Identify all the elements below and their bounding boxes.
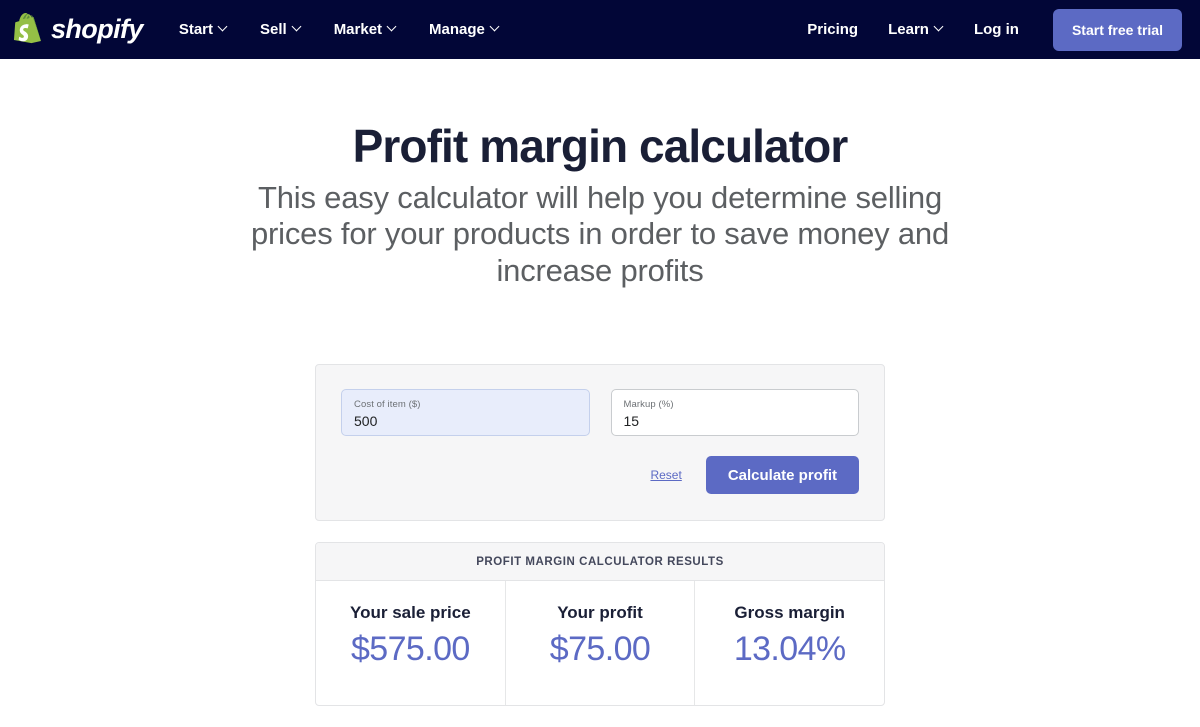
markup-field[interactable]: Markup (%) bbox=[610, 389, 859, 437]
markup-label: Markup (%) bbox=[623, 399, 674, 411]
nav-item-sell-label: Sell bbox=[260, 21, 287, 38]
primary-nav-menu: Start Sell Market Manage bbox=[179, 21, 500, 38]
nav-item-log-in-label: Log in bbox=[973, 21, 1019, 38]
page-subtitle: This easy calculator will help you deter… bbox=[251, 179, 949, 288]
cost-of-item-label: Cost of item ($) bbox=[354, 399, 421, 411]
nav-item-manage-label: Manage bbox=[429, 21, 485, 38]
calculator-wrapper: Cost of item ($) Markup (%) Reset Calcul… bbox=[315, 289, 885, 706]
cost-of-item-field[interactable]: Cost of item ($) bbox=[341, 389, 590, 437]
result-sale-price: Your sale price $575.00 bbox=[316, 581, 506, 705]
nav-item-pricing-label: Pricing bbox=[807, 21, 859, 38]
chevron-down-icon bbox=[388, 23, 397, 32]
markup-input[interactable] bbox=[623, 412, 846, 431]
chevron-down-icon bbox=[491, 23, 500, 32]
shopify-wordmark: shopify bbox=[51, 14, 143, 44]
nav-item-learn-label: Learn bbox=[888, 21, 929, 38]
result-profit: Your profit $75.00 bbox=[506, 581, 696, 705]
nav-item-learn[interactable]: Learn bbox=[888, 21, 944, 38]
nav-item-start-label: Start bbox=[178, 21, 213, 38]
nav-item-market-label: Market bbox=[333, 21, 383, 38]
start-free-trial-button[interactable]: Start free trial bbox=[1052, 8, 1182, 51]
nav-item-manage[interactable]: Manage bbox=[429, 21, 500, 38]
nav-item-log-in[interactable]: Log in bbox=[974, 21, 1019, 38]
nav-item-start[interactable]: Start bbox=[179, 21, 228, 38]
results-card: PROFIT MARGIN CALCULATOR RESULTS Your sa… bbox=[315, 542, 885, 706]
chevron-down-icon bbox=[293, 23, 302, 32]
calculator-form-card: Cost of item ($) Markup (%) Reset Calcul… bbox=[315, 364, 885, 522]
result-profit-label: Your profit bbox=[557, 603, 643, 623]
page-title: Profit margin calculator bbox=[352, 120, 849, 172]
reset-link[interactable]: Reset bbox=[650, 468, 681, 482]
nav-left-group: shopify Start Sell Market Manage bbox=[14, 12, 500, 47]
top-navigation-bar: shopify Start Sell Market Manage Pricing bbox=[0, 0, 1200, 59]
shopify-logo-link[interactable]: shopify bbox=[14, 12, 143, 47]
chevron-down-icon bbox=[935, 23, 944, 32]
result-profit-value: $75.00 bbox=[549, 629, 651, 668]
result-gross-margin-value: 13.04% bbox=[733, 629, 846, 668]
results-grid: Your sale price $575.00 Your profit $75.… bbox=[316, 581, 884, 705]
results-header: PROFIT MARGIN CALCULATOR RESULTS bbox=[316, 543, 884, 582]
calculate-profit-button[interactable]: Calculate profit bbox=[705, 456, 859, 495]
result-gross-margin-label: Gross margin bbox=[734, 603, 845, 623]
calculator-field-row: Cost of item ($) Markup (%) bbox=[341, 389, 859, 437]
nav-item-sell[interactable]: Sell bbox=[260, 21, 302, 38]
page-content: Profit margin calculator This easy calcu… bbox=[0, 59, 1200, 706]
cost-of-item-input[interactable] bbox=[354, 412, 577, 431]
result-sale-price-label: Your sale price bbox=[350, 603, 471, 623]
result-sale-price-value: $575.00 bbox=[350, 629, 470, 668]
nav-item-pricing[interactable]: Pricing bbox=[807, 21, 858, 38]
calculator-actions: Reset Calculate profit bbox=[341, 456, 859, 495]
chevron-down-icon bbox=[219, 23, 228, 32]
nav-right-group: Pricing Learn Log in Start free trial bbox=[807, 8, 1182, 51]
nav-item-market[interactable]: Market bbox=[334, 21, 397, 38]
result-gross-margin: Gross margin 13.04% bbox=[695, 581, 884, 704]
shopify-bag-icon bbox=[14, 12, 44, 47]
